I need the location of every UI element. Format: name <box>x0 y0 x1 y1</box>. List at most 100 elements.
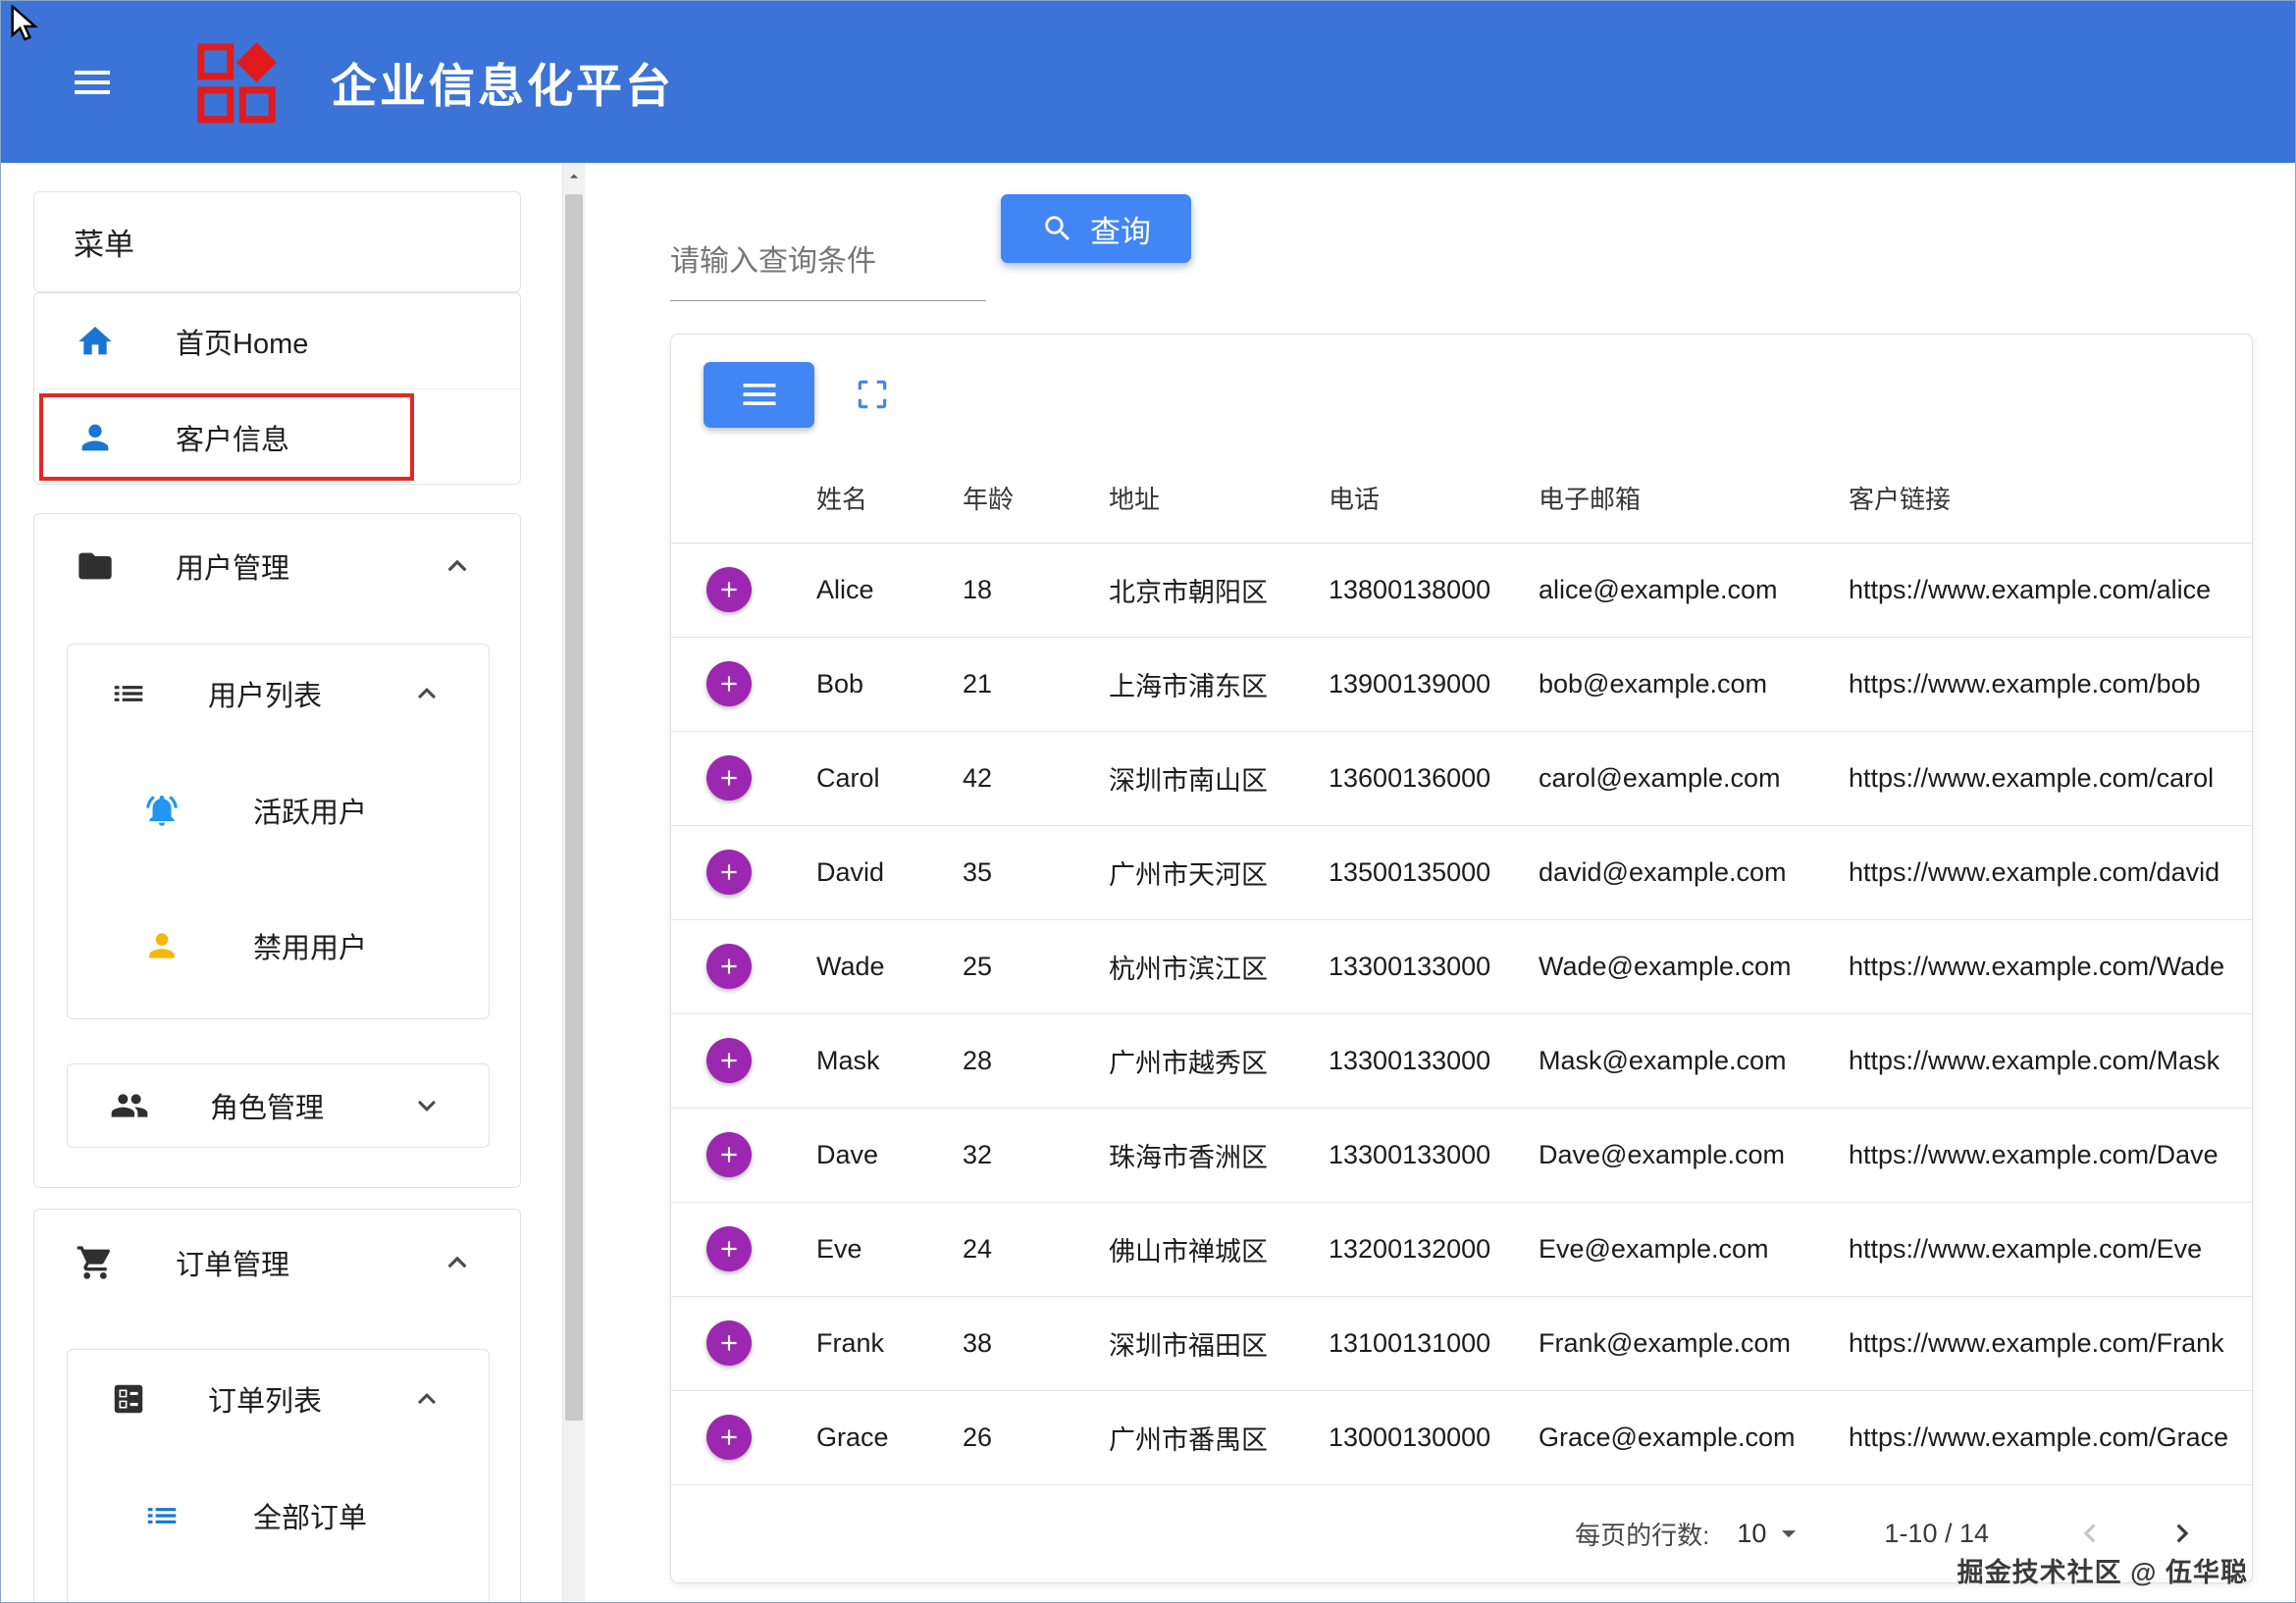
cell-link: https://www.example.com/Grace <box>1849 1390 2252 1484</box>
search-icon <box>1041 212 1074 245</box>
cell-phone: 13300133000 <box>1329 1108 1539 1202</box>
column-address: 地址 <box>1109 454 1329 543</box>
expand-row-button[interactable] <box>706 661 752 706</box>
scrollbar-thumb[interactable] <box>565 194 583 1421</box>
sidebar-item-order-list[interactable]: 订单列表 <box>68 1350 489 1448</box>
cell-expand <box>671 1202 816 1296</box>
cell-email: david@example.com <box>1539 825 1849 919</box>
expand-row-button[interactable] <box>706 1132 752 1177</box>
sidebar-item-label: 订单列表 <box>208 1378 322 1420</box>
cell-address: 广州市天河区 <box>1109 825 1329 919</box>
cell-name: Carol <box>816 731 963 825</box>
chevron-up-icon <box>439 547 476 585</box>
column-link: 客户链接 <box>1849 454 2252 543</box>
sidebar-nav-card: 首页Home 客户信息 <box>33 292 521 485</box>
cell-address: 杭州市滨江区 <box>1109 919 1329 1013</box>
chevron-up-icon <box>439 1244 476 1281</box>
cart-icon <box>76 1243 115 1282</box>
menu-title: 菜单 <box>74 220 134 264</box>
rows-per-page-select[interactable]: 10 <box>1737 1517 1805 1550</box>
cell-name: Eve <box>816 1202 963 1296</box>
cell-expand <box>671 637 816 731</box>
sidebar-group-order-mgmt: 订单管理 订单列表 全部订单 <box>33 1209 521 1603</box>
sidebar-scrollbar[interactable] <box>562 163 585 1602</box>
expand-row-button[interactable] <box>706 567 752 612</box>
sidebar-item-active-users[interactable]: 活跃用户 <box>68 743 489 878</box>
sidebar-item-customer-info[interactable]: 客户信息 <box>34 389 520 486</box>
table-row[interactable]: Alice 18 北京市朝阳区 13800138000 alice@exampl… <box>671 543 2252 637</box>
expand-row-button[interactable] <box>706 1415 752 1460</box>
cell-phone: 13200132000 <box>1329 1202 1539 1296</box>
cell-expand <box>671 543 816 637</box>
query-button[interactable]: 查询 <box>1001 194 1191 263</box>
app-logo <box>193 39 280 126</box>
sidebar-item-label: 活跃用户 <box>253 790 367 831</box>
chevron-up-icon <box>409 1381 444 1417</box>
table-row[interactable]: David 35 广州市天河区 13500135000 david@exampl… <box>671 825 2252 919</box>
table-toolbar <box>671 335 2252 454</box>
search-input[interactable] <box>670 223 986 301</box>
sidebar-subgroup-user-list: 用户列表 活跃用户 禁用用户 <box>67 644 490 1019</box>
column-phone: 电话 <box>1329 454 1539 543</box>
table-row[interactable]: Carol 42 深圳市南山区 13600136000 carol@exampl… <box>671 731 2252 825</box>
cell-expand <box>671 731 816 825</box>
table-menu-button[interactable] <box>704 362 814 428</box>
sidebar-group-user-mgmt: 用户管理 用户列表 活跃用户 禁用用户 <box>33 513 521 1188</box>
cell-email: Grace@example.com <box>1539 1390 1849 1484</box>
list-icon <box>110 675 147 712</box>
rows-per-page-value: 10 <box>1737 1519 1766 1549</box>
prev-page-button[interactable] <box>2071 1515 2109 1552</box>
sidebar-item-all-orders[interactable]: 全部订单 <box>68 1448 489 1583</box>
cell-address: 广州市越秀区 <box>1109 1013 1329 1108</box>
table-row[interactable]: Frank 38 深圳市福田区 13100131000 Frank@exampl… <box>671 1296 2252 1390</box>
sidebar-item-label: 订单管理 <box>176 1242 289 1283</box>
person-icon <box>76 418 115 457</box>
cell-phone: 13600136000 <box>1329 731 1539 825</box>
table-row[interactable]: Eve 24 佛山市禅城区 13200132000 Eve@example.co… <box>671 1202 2252 1296</box>
customer-table-card: 姓名 年龄 地址 电话 电子邮箱 客户链接 Alice 18 北京市朝阳区 1 <box>670 334 2253 1583</box>
sidebar-item-user-mgmt[interactable]: 用户管理 <box>34 514 520 617</box>
expand-row-button[interactable] <box>706 850 752 895</box>
table-row[interactable]: Wade 25 杭州市滨江区 13300133000 Wade@example.… <box>671 919 2252 1013</box>
chevron-right-icon <box>2164 1515 2201 1552</box>
bell-icon <box>143 792 181 829</box>
expand-row-button[interactable] <box>706 1320 752 1366</box>
sidebar-item-order-mgmt[interactable]: 订单管理 <box>34 1210 520 1316</box>
table-row[interactable]: Dave 32 珠海市香洲区 13300133000 Dave@example.… <box>671 1108 2252 1202</box>
sidebar-item-disabled-users[interactable]: 禁用用户 <box>68 878 489 1013</box>
hamburger-icon <box>69 59 116 106</box>
chevron-left-icon <box>2071 1515 2109 1552</box>
sidebar-item-label: 用户列表 <box>208 673 322 714</box>
cell-expand <box>671 919 816 1013</box>
column-expand <box>671 454 816 543</box>
sidebar-item-role-mgmt[interactable]: 角色管理 <box>68 1064 489 1147</box>
expand-row-button[interactable] <box>706 1226 752 1271</box>
hamburger-icon <box>738 373 781 416</box>
cell-link: https://www.example.com/Eve <box>1849 1202 2252 1296</box>
next-page-button[interactable] <box>2164 1515 2201 1552</box>
sidebar-item-label: 角色管理 <box>210 1085 324 1126</box>
table-row[interactable]: Bob 21 上海市浦东区 13900139000 bob@example.co… <box>671 637 2252 731</box>
sidebar-menu-card: 菜单 <box>33 191 521 292</box>
expand-row-button[interactable] <box>706 944 752 989</box>
cell-address: 深圳市福田区 <box>1109 1296 1329 1390</box>
sidebar-item-label: 客户信息 <box>176 417 289 458</box>
cell-address: 深圳市南山区 <box>1109 731 1329 825</box>
sidebar-item-home[interactable]: 首页Home <box>34 293 520 389</box>
ballot-icon <box>110 1380 147 1418</box>
menu-toggle-button[interactable] <box>60 50 125 115</box>
scrollbar-up-arrow[interactable] <box>563 163 585 190</box>
table-header-row: 姓名 年龄 地址 电话 电子邮箱 客户链接 <box>671 454 2252 543</box>
expand-row-button[interactable] <box>706 755 752 801</box>
sidebar-item-user-list[interactable]: 用户列表 <box>68 645 489 743</box>
table-row[interactable]: Grace 26 广州市番禺区 13000130000 Grace@exampl… <box>671 1390 2252 1484</box>
table-row[interactable]: Mask 28 广州市越秀区 13300133000 Mask@example.… <box>671 1013 2252 1108</box>
fullscreen-icon[interactable] <box>854 376 891 413</box>
cell-expand <box>671 1013 816 1108</box>
sidebar-subgroup-order-list: 订单列表 全部订单 <box>67 1349 490 1603</box>
expand-row-button[interactable] <box>706 1038 752 1083</box>
cell-name: Frank <box>816 1296 963 1390</box>
cell-age: 18 <box>963 543 1109 637</box>
cell-email: Wade@example.com <box>1539 919 1849 1013</box>
sidebar-item-label: 全部订单 <box>253 1495 367 1536</box>
